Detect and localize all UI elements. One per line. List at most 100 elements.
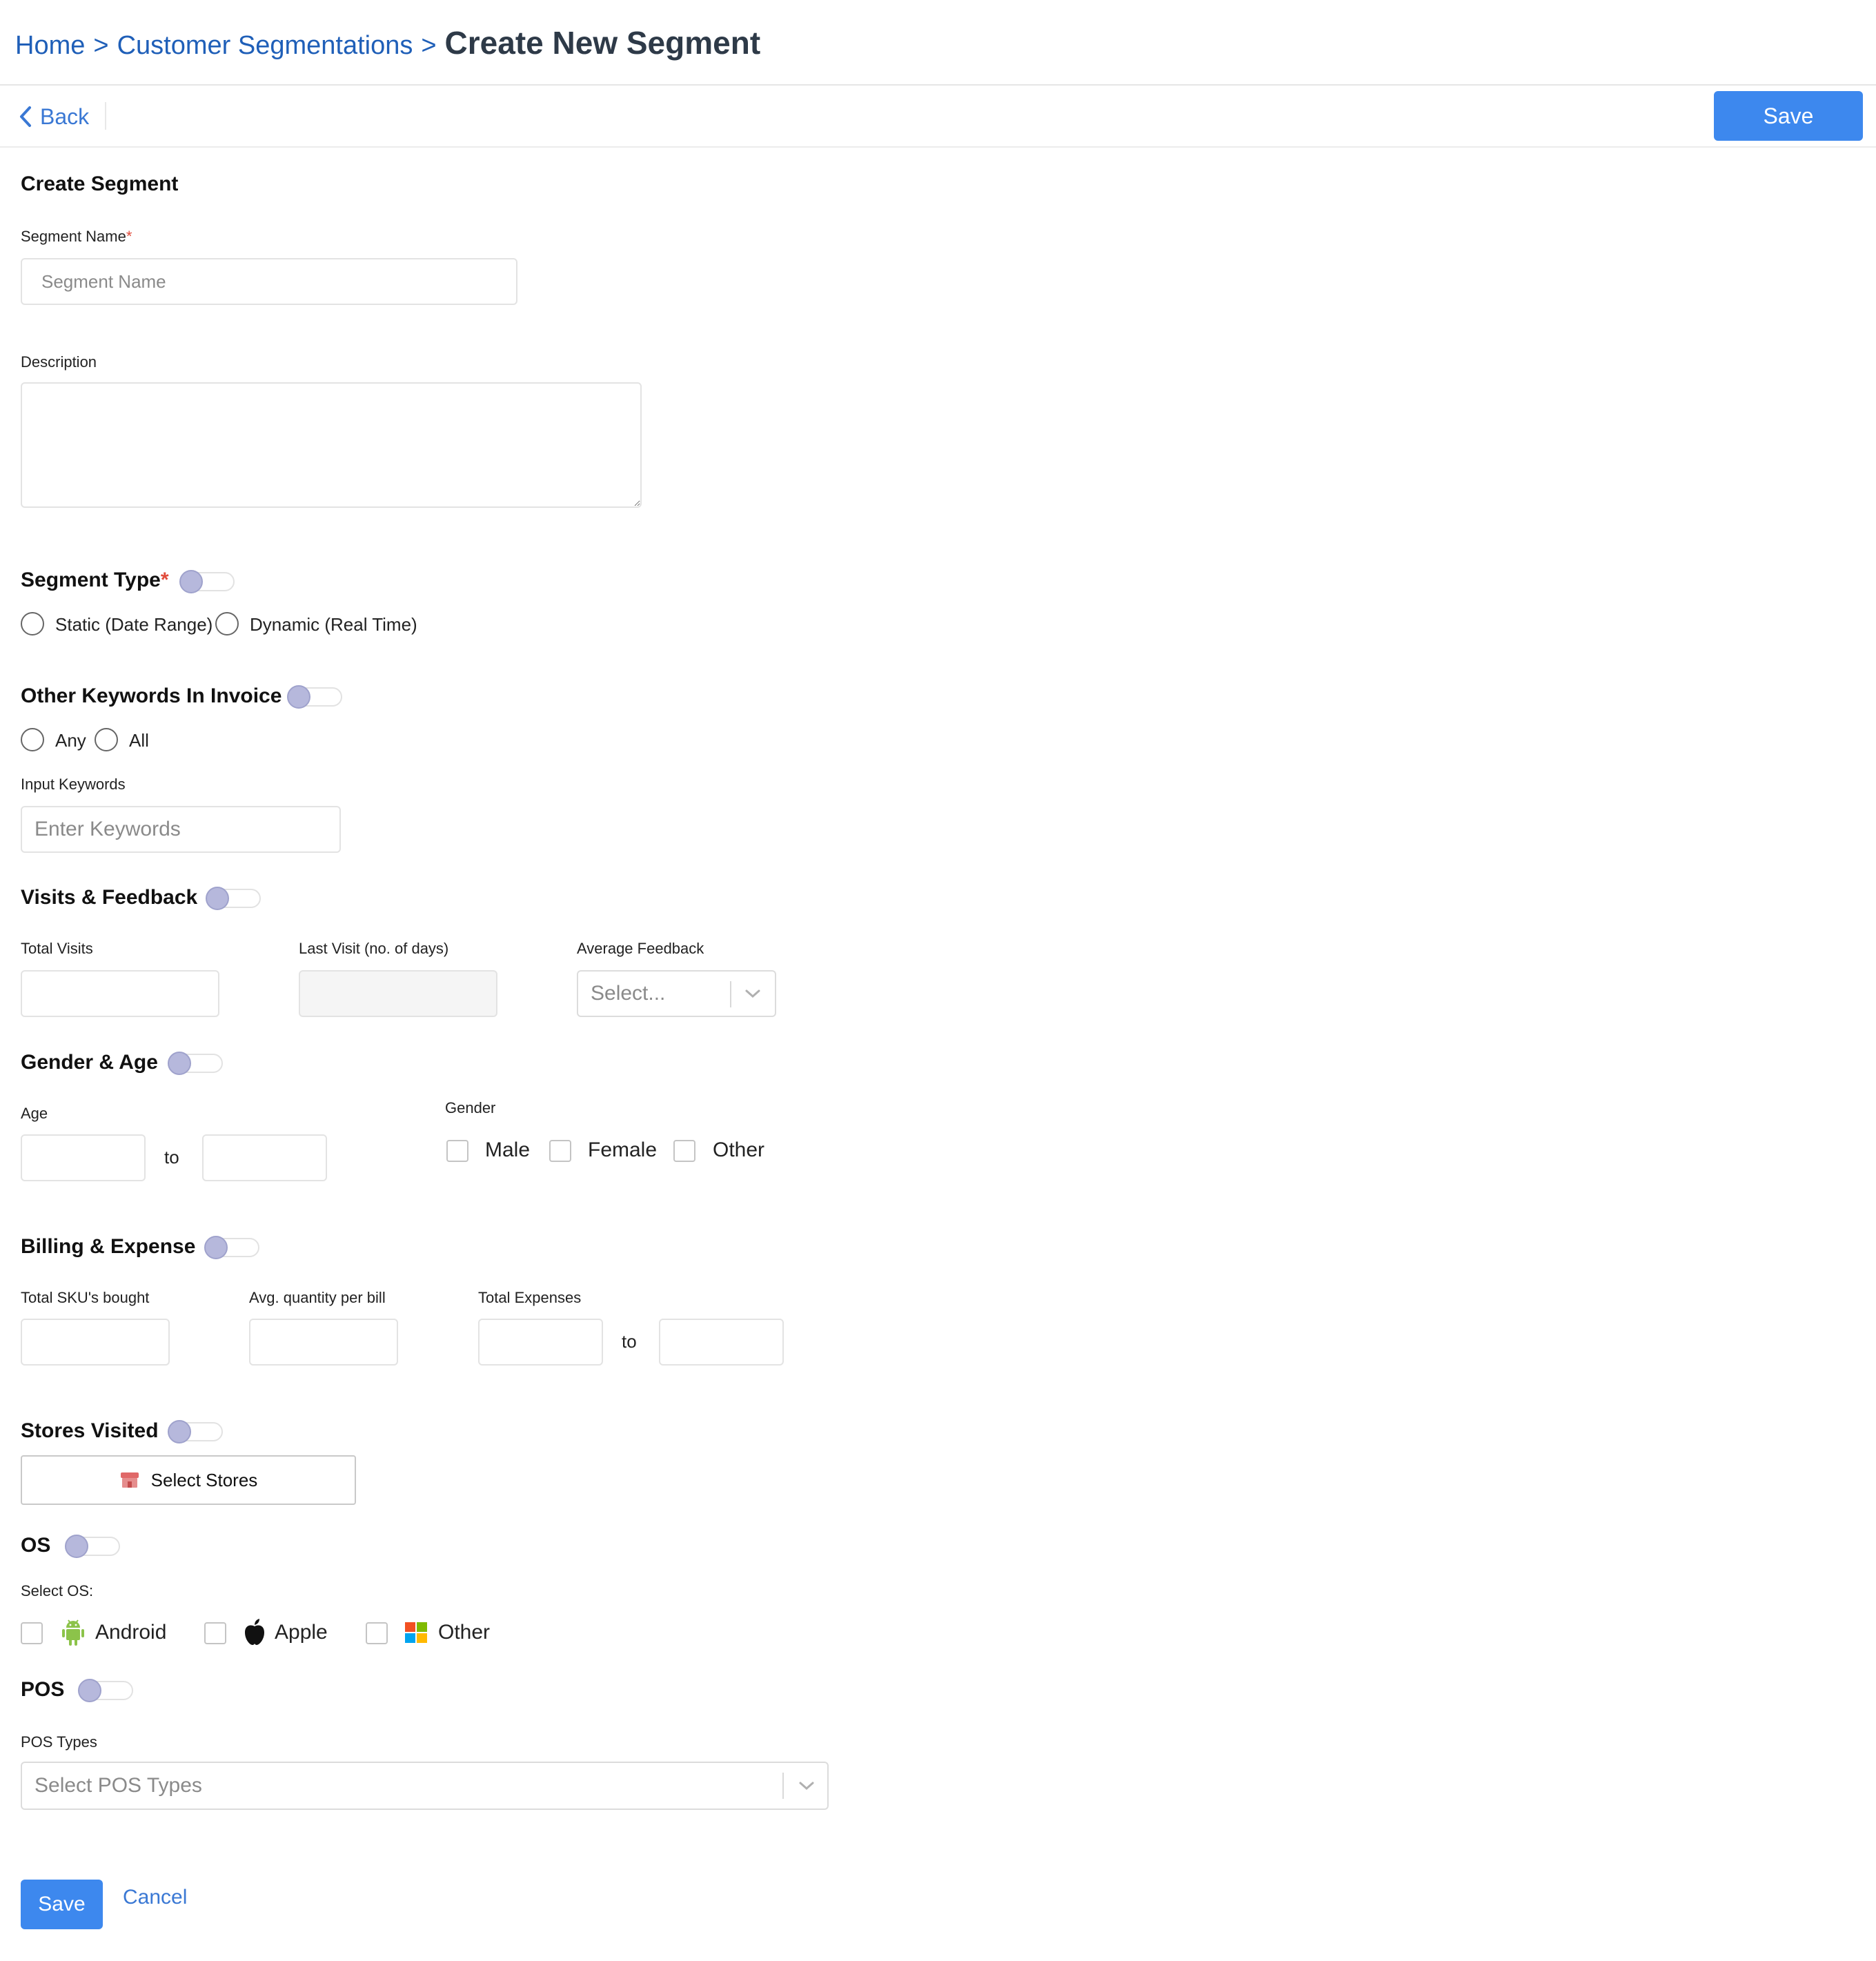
os-other-label: Other xyxy=(438,1621,491,1644)
select-separator xyxy=(782,1773,784,1799)
expenses-max-input[interactable] xyxy=(659,1319,784,1366)
checkbox-android[interactable] xyxy=(21,1622,43,1644)
os-toggle[interactable] xyxy=(65,1535,120,1558)
radio-dynamic[interactable] xyxy=(215,612,239,635)
total-expenses-label: Total Expenses xyxy=(478,1289,582,1306)
android-icon xyxy=(62,1619,84,1646)
avg-feedback-label: Average Feedback xyxy=(577,940,704,957)
expenses-to-label: to xyxy=(622,1331,637,1352)
chevron-left-icon xyxy=(20,106,31,127)
description-label: Description xyxy=(21,353,97,371)
toggle-knob xyxy=(168,1420,191,1443)
toggle-knob xyxy=(204,1236,228,1259)
visits-title: Visits & Feedback xyxy=(21,886,198,909)
back-label: Back xyxy=(40,104,90,129)
billing-title: Billing & Expense xyxy=(21,1235,196,1258)
age-min-input[interactable] xyxy=(21,1134,146,1181)
pos-types-select[interactable]: Select POS Types xyxy=(21,1762,829,1810)
gender-age-toggle[interactable] xyxy=(168,1052,223,1075)
radio-dynamic-label: Dynamic (Real Time) xyxy=(250,614,417,635)
store-icon xyxy=(120,1472,139,1488)
checkbox-apple[interactable] xyxy=(204,1622,226,1644)
toggle-knob xyxy=(78,1679,101,1702)
required-mark: * xyxy=(126,228,132,245)
pos-types-placeholder: Select POS Types xyxy=(34,1774,202,1797)
total-sku-input[interactable] xyxy=(21,1319,170,1366)
chevron-down-icon xyxy=(798,1763,816,1809)
radio-any[interactable] xyxy=(21,728,44,751)
stores-toggle[interactable] xyxy=(168,1420,223,1443)
radio-all-label: All xyxy=(129,730,149,751)
page-title: Create New Segment xyxy=(444,25,761,61)
gender-age-title: Gender & Age xyxy=(21,1051,158,1074)
segment-name-input[interactable] xyxy=(21,258,517,305)
breadcrumb-separator: > xyxy=(93,31,109,60)
avg-feedback-placeholder: Select... xyxy=(591,982,666,1005)
segment-type-title-text: Segment Type xyxy=(21,569,161,591)
action-bar xyxy=(0,86,1876,148)
chevron-down-icon xyxy=(744,972,762,1016)
last-visit-label: Last Visit (no. of days) xyxy=(299,940,449,957)
keywords-title: Other Keywords In Invoice xyxy=(21,684,282,707)
form-title: Create Segment xyxy=(21,173,179,195)
avg-quantity-label: Avg. quantity per bill xyxy=(249,1289,386,1306)
radio-static[interactable] xyxy=(21,612,44,635)
breadcrumb-home-link[interactable]: Home xyxy=(15,31,85,60)
segment-name-label-text: Segment Name xyxy=(21,228,126,245)
breadcrumb: Home > Customer Segmentations > Create New S… xyxy=(15,21,760,68)
checkbox-os-other[interactable] xyxy=(366,1622,388,1644)
age-to-label: to xyxy=(164,1147,179,1167)
radio-static-label: Static (Date Range) xyxy=(55,614,213,635)
os-apple-label: Apple xyxy=(275,1621,328,1644)
keywords-toggle[interactable] xyxy=(287,685,342,709)
toggle-knob xyxy=(168,1052,191,1075)
checkbox-male-label: Male xyxy=(485,1139,531,1161)
checkbox-gender-other-label: Other xyxy=(713,1139,765,1161)
radio-all[interactable] xyxy=(95,728,118,751)
windows-icon xyxy=(405,1622,427,1643)
segment-name-label: Segment Name* xyxy=(21,228,132,246)
age-label: Age xyxy=(21,1105,48,1122)
pos-types-label: POS Types xyxy=(21,1733,97,1751)
last-visit-input[interactable] xyxy=(299,970,497,1017)
stores-title: Stores Visited xyxy=(21,1419,159,1442)
pos-title: POS xyxy=(21,1678,65,1701)
total-visits-input[interactable] xyxy=(21,970,219,1017)
age-max-input[interactable] xyxy=(202,1134,327,1181)
os-android-label: Android xyxy=(95,1621,167,1644)
select-separator xyxy=(730,981,731,1007)
os-title: OS xyxy=(21,1534,51,1557)
cancel-button[interactable]: Cancel xyxy=(123,1881,187,1914)
keywords-input[interactable] xyxy=(21,806,341,853)
segment-type-toggle[interactable] xyxy=(179,570,235,593)
toggle-knob xyxy=(206,887,229,910)
gender-label: Gender xyxy=(445,1099,496,1116)
breadcrumb-segmentations-link[interactable]: Customer Segmentations xyxy=(117,31,413,60)
select-os-label: Select OS: xyxy=(21,1582,94,1599)
description-textarea[interactable] xyxy=(21,382,642,508)
back-button[interactable]: Back xyxy=(18,99,89,135)
expenses-min-input[interactable] xyxy=(478,1319,603,1366)
checkbox-female[interactable] xyxy=(549,1140,571,1162)
footer-save-button[interactable]: Save xyxy=(21,1880,103,1929)
breadcrumb-separator: > xyxy=(421,31,437,60)
visits-toggle[interactable] xyxy=(206,887,261,910)
checkbox-gender-other[interactable] xyxy=(673,1140,695,1162)
select-stores-label: Select Stores xyxy=(150,1469,258,1490)
checkbox-male[interactable] xyxy=(446,1140,468,1162)
pos-toggle[interactable] xyxy=(78,1679,133,1702)
save-button[interactable]: Save xyxy=(1714,91,1863,141)
total-visits-label: Total Visits xyxy=(21,940,93,957)
radio-any-label: Any xyxy=(55,730,86,751)
checkbox-female-label: Female xyxy=(588,1139,658,1161)
avg-quantity-input[interactable] xyxy=(249,1319,398,1366)
toggle-knob xyxy=(179,570,203,593)
select-stores-button[interactable]: Select Stores xyxy=(21,1455,356,1505)
input-keywords-label: Input Keywords xyxy=(21,776,126,793)
required-mark: * xyxy=(160,569,169,591)
billing-toggle[interactable] xyxy=(204,1236,259,1259)
apple-icon xyxy=(245,1619,264,1645)
avg-feedback-select[interactable]: Select... xyxy=(577,970,776,1017)
segment-type-title: Segment Type* xyxy=(21,569,169,592)
toggle-knob xyxy=(287,685,310,709)
